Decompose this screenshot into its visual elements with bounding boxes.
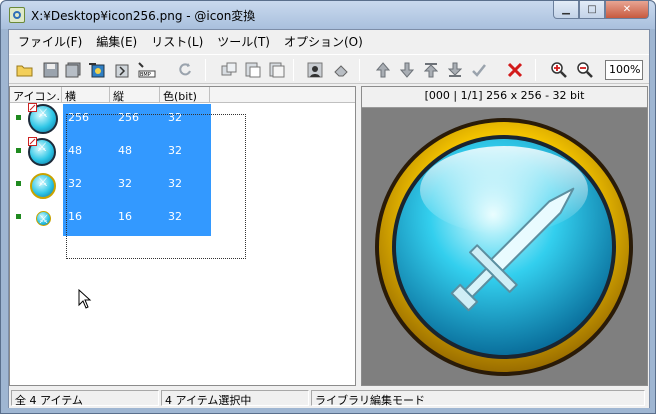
status-total: 全 4 アイテム xyxy=(11,390,159,407)
column-header-icon[interactable]: アイコン... xyxy=(10,87,62,103)
window-title: X:¥Desktop¥icon256.png - @icon変換 xyxy=(31,9,256,23)
menu-edit[interactable]: 編集(E) xyxy=(89,31,144,52)
move-bottom-icon[interactable] xyxy=(445,60,465,80)
toolbar-separator xyxy=(359,59,360,81)
zoom-in-icon[interactable] xyxy=(549,60,569,80)
selection-marquee xyxy=(66,114,246,259)
column-header-width[interactable]: 横 xyxy=(62,87,110,103)
mouse-cursor-icon xyxy=(78,289,92,309)
save-all-icon[interactable] xyxy=(63,60,83,80)
status-mark xyxy=(16,214,21,219)
preview-pane: [000 | 1/1] 256 x 256 - 32 bit xyxy=(361,86,648,386)
status-mark xyxy=(16,115,21,120)
status-mark xyxy=(16,181,21,186)
title-bar[interactable]: X:¥Desktop¥icon256.png - @icon変換 ▁ □ ✕ xyxy=(1,1,655,29)
export-icon[interactable] xyxy=(87,60,107,80)
open-folder-icon[interactable] xyxy=(15,60,35,80)
move-top-icon[interactable] xyxy=(421,60,441,80)
status-mark xyxy=(16,148,21,153)
zoom-out-icon[interactable] xyxy=(575,60,595,80)
check-icon[interactable] xyxy=(469,60,489,80)
menu-list[interactable]: リスト(L) xyxy=(144,31,210,52)
column-header-bits[interactable]: 色(bit) xyxy=(160,87,210,103)
save-icon[interactable] xyxy=(41,60,61,80)
menu-options[interactable]: オプション(O) xyxy=(277,31,370,52)
paste-icon[interactable] xyxy=(243,60,263,80)
preview-info: [000 | 1/1] 256 x 256 - 32 bit xyxy=(424,89,585,102)
bmp-export-icon[interactable]: BMP xyxy=(137,60,157,80)
client-area: ファイル(F) 編集(E) リスト(L) ツール(T) オプション(O) BMP… xyxy=(8,29,650,408)
toolbar-separator xyxy=(293,59,294,81)
import-icon[interactable] xyxy=(111,60,131,80)
app-icon[interactable] xyxy=(9,7,25,23)
refresh-icon[interactable] xyxy=(175,60,195,80)
app-window: X:¥Desktop¥icon256.png - @icon変換 ▁ □ ✕ フ… xyxy=(0,0,656,414)
paste-special-icon[interactable] xyxy=(267,60,287,80)
list-header: アイコン... 横 縦 色(bit) xyxy=(10,87,355,103)
icon-list[interactable]: アイコン... 横 縦 色(bit) 256 256 32 xyxy=(9,86,356,386)
minimize-button[interactable]: ▁ xyxy=(553,1,579,19)
column-header-height[interactable]: 縦 xyxy=(110,87,160,103)
sword-icon xyxy=(30,173,56,199)
maximize-button[interactable]: □ xyxy=(579,1,605,19)
toolbar-separator xyxy=(205,59,206,81)
toolbar-separator xyxy=(535,59,536,81)
person-icon[interactable] xyxy=(305,60,325,80)
menu-file[interactable]: ファイル(F) xyxy=(11,31,89,52)
delete-icon[interactable] xyxy=(505,60,525,80)
window-controls: ▁ □ ✕ xyxy=(553,1,649,21)
svg-text:BMP: BMP xyxy=(140,72,151,78)
zoom-input[interactable]: 100% xyxy=(605,60,643,80)
move-down-icon[interactable] xyxy=(397,60,417,80)
menu-bar: ファイル(F) 編集(E) リスト(L) ツール(T) オプション(O) xyxy=(9,30,649,52)
no-entry-badge-icon xyxy=(28,103,37,112)
eraser-icon[interactable] xyxy=(331,60,351,80)
status-bar: 全 4 アイテム 4 アイテム選択中 ライブラリ編集モード xyxy=(9,388,649,408)
no-entry-badge-icon xyxy=(28,137,37,146)
sword-emblem-icon xyxy=(375,118,633,376)
move-up-icon[interactable] xyxy=(373,60,393,80)
preview-canvas[interactable] xyxy=(362,107,647,385)
close-button[interactable]: ✕ xyxy=(605,1,649,19)
status-mode: ライブラリ編集モード xyxy=(311,390,645,407)
status-selected: 4 アイテム選択中 xyxy=(161,390,309,407)
toolbar: BMP 100% xyxy=(9,54,649,84)
menu-tools[interactable]: ツール(T) xyxy=(210,31,277,52)
copy-icon[interactable] xyxy=(219,60,239,80)
sword-icon xyxy=(36,211,51,226)
